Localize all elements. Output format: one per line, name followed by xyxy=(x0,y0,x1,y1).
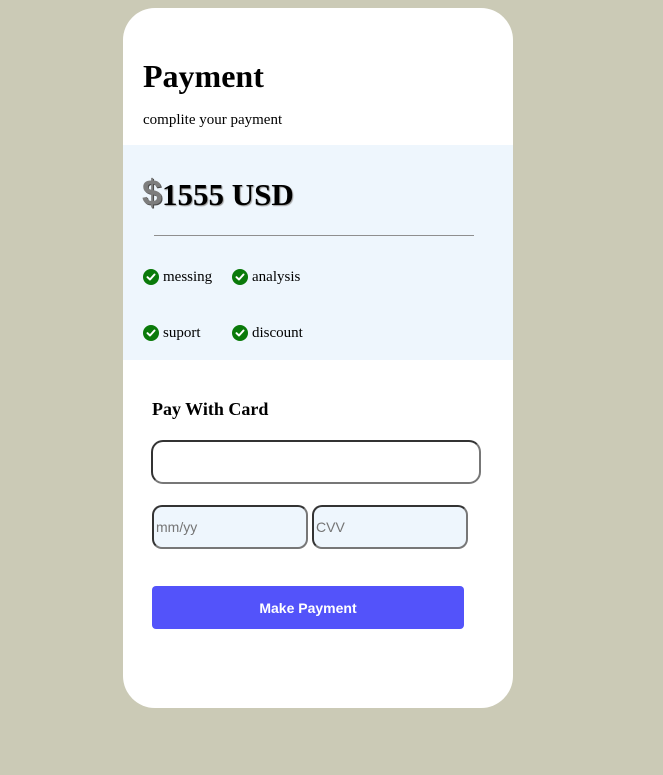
payment-card: Payment complite your payment $1555 USD … xyxy=(123,8,513,708)
card-number-input[interactable] xyxy=(151,440,481,484)
price-amount: 1555 USD xyxy=(162,177,294,212)
feature-item-discount: discount xyxy=(232,324,303,342)
page-title: Payment xyxy=(143,58,264,94)
feature-label: messing xyxy=(163,269,213,285)
feature-label: discount xyxy=(252,325,303,341)
feature-item-messing: messing xyxy=(143,268,212,286)
cvv-input[interactable] xyxy=(312,505,468,549)
make-payment-button[interactable]: Make Payment xyxy=(152,586,464,629)
price: $1555 USD xyxy=(142,173,294,221)
check-circle-icon xyxy=(143,325,159,341)
divider xyxy=(154,235,474,236)
check-circle-icon xyxy=(232,269,248,285)
check-circle-icon xyxy=(143,269,159,285)
expiry-date-input[interactable] xyxy=(152,505,308,549)
feature-label: analysis xyxy=(252,269,301,285)
feature-item-analysis: analysis xyxy=(232,268,300,286)
pay-with-card-heading: Pay With Card xyxy=(152,399,269,419)
dollar-icon: $ xyxy=(142,172,163,213)
feature-label: suport xyxy=(163,325,201,341)
check-circle-icon xyxy=(232,325,248,341)
price-panel: $1555 USD messing analysis suport discou… xyxy=(123,145,513,360)
page-subtitle: complite your payment xyxy=(143,112,283,128)
feature-item-suport: suport xyxy=(143,324,201,342)
